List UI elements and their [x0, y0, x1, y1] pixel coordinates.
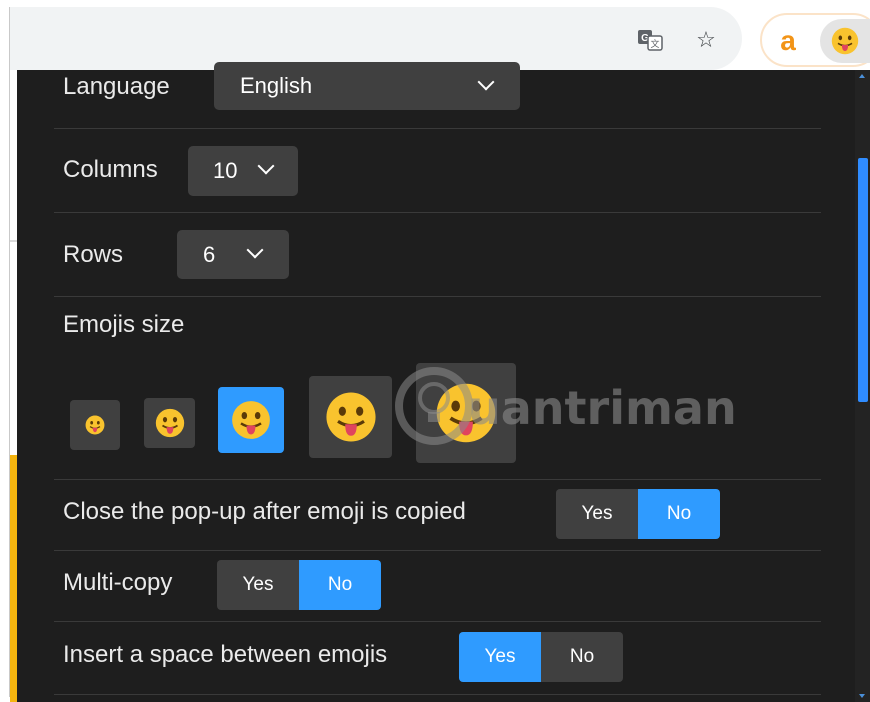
omnibox-area: [9, 7, 742, 70]
emojis-size-label: Emojis size: [63, 311, 185, 338]
insert-space-no-button[interactable]: No: [541, 632, 623, 682]
row-divider: [54, 694, 821, 695]
chevron-down-icon: [246, 241, 264, 259]
insert-space-toggle: Yes No: [459, 632, 623, 682]
emoji-extension-button[interactable]: [820, 19, 870, 63]
svg-text:文: 文: [650, 38, 659, 50]
multi-copy-toggle: Yes No: [217, 560, 381, 610]
insert-space-label: Insert a space between emojis: [63, 641, 388, 668]
svg-text:a: a: [780, 26, 796, 54]
columns-select[interactable]: 10: [188, 146, 298, 196]
close-popup-no-button[interactable]: No: [638, 489, 720, 539]
columns-value: 10: [213, 158, 238, 183]
insert-space-yes-button[interactable]: Yes: [459, 632, 541, 682]
page-accent-strip: [10, 455, 17, 702]
row-divider: [54, 479, 821, 480]
tongue-emoji-icon: [325, 392, 376, 442]
emoji-size-option-s[interactable]: [144, 398, 195, 448]
row-divider: [54, 212, 821, 213]
multi-copy-no-button[interactable]: No: [299, 560, 381, 610]
rows-select[interactable]: 6: [177, 230, 289, 279]
bookmark-star-icon[interactable]: ☆: [692, 26, 720, 54]
row-divider: [54, 550, 821, 551]
emoji-size-option-m[interactable]: [218, 387, 284, 453]
scroll-up-arrow-icon[interactable]: [859, 74, 865, 78]
chevron-down-icon: [477, 73, 495, 91]
language-label: Language: [63, 73, 170, 100]
close-popup-yes-button[interactable]: Yes: [556, 489, 638, 539]
close-popup-toggle: Yes No: [556, 489, 720, 539]
extension-a-icon[interactable]: a: [774, 26, 802, 54]
multi-copy-yes-button[interactable]: Yes: [217, 560, 299, 610]
rows-value: 6: [203, 242, 216, 267]
emoji-size-option-l[interactable]: [309, 376, 392, 458]
scroll-down-arrow-icon[interactable]: [859, 694, 865, 698]
tongue-emoji-icon: [155, 408, 184, 438]
tongue-emoji-icon: [232, 401, 270, 439]
emoji-size-option-xl[interactable]: [416, 363, 516, 463]
translate-icon[interactable]: G 文: [637, 27, 663, 53]
emoji-size-option-xs[interactable]: [70, 400, 120, 450]
scrollbar-thumb[interactable]: [858, 158, 868, 402]
row-divider: [54, 128, 821, 129]
tongue-emoji-icon: [831, 27, 859, 55]
columns-label: Columns: [63, 156, 158, 183]
page-divider: [10, 240, 17, 242]
row-divider: [54, 296, 821, 297]
multi-copy-label: Multi-copy: [63, 569, 173, 596]
chevron-down-icon: [257, 157, 275, 175]
language-value: English: [240, 73, 313, 98]
tongue-emoji-icon: [85, 415, 105, 435]
close-popup-label: Close the pop-up after emoji is copied: [63, 498, 466, 525]
row-divider: [54, 621, 821, 622]
rows-label: Rows: [63, 241, 124, 268]
star-glyph: ☆: [696, 27, 716, 53]
browser-toolbar: G 文 ☆ a: [0, 0, 870, 70]
tongue-emoji-icon: [436, 383, 496, 443]
language-select[interactable]: English: [214, 62, 520, 110]
